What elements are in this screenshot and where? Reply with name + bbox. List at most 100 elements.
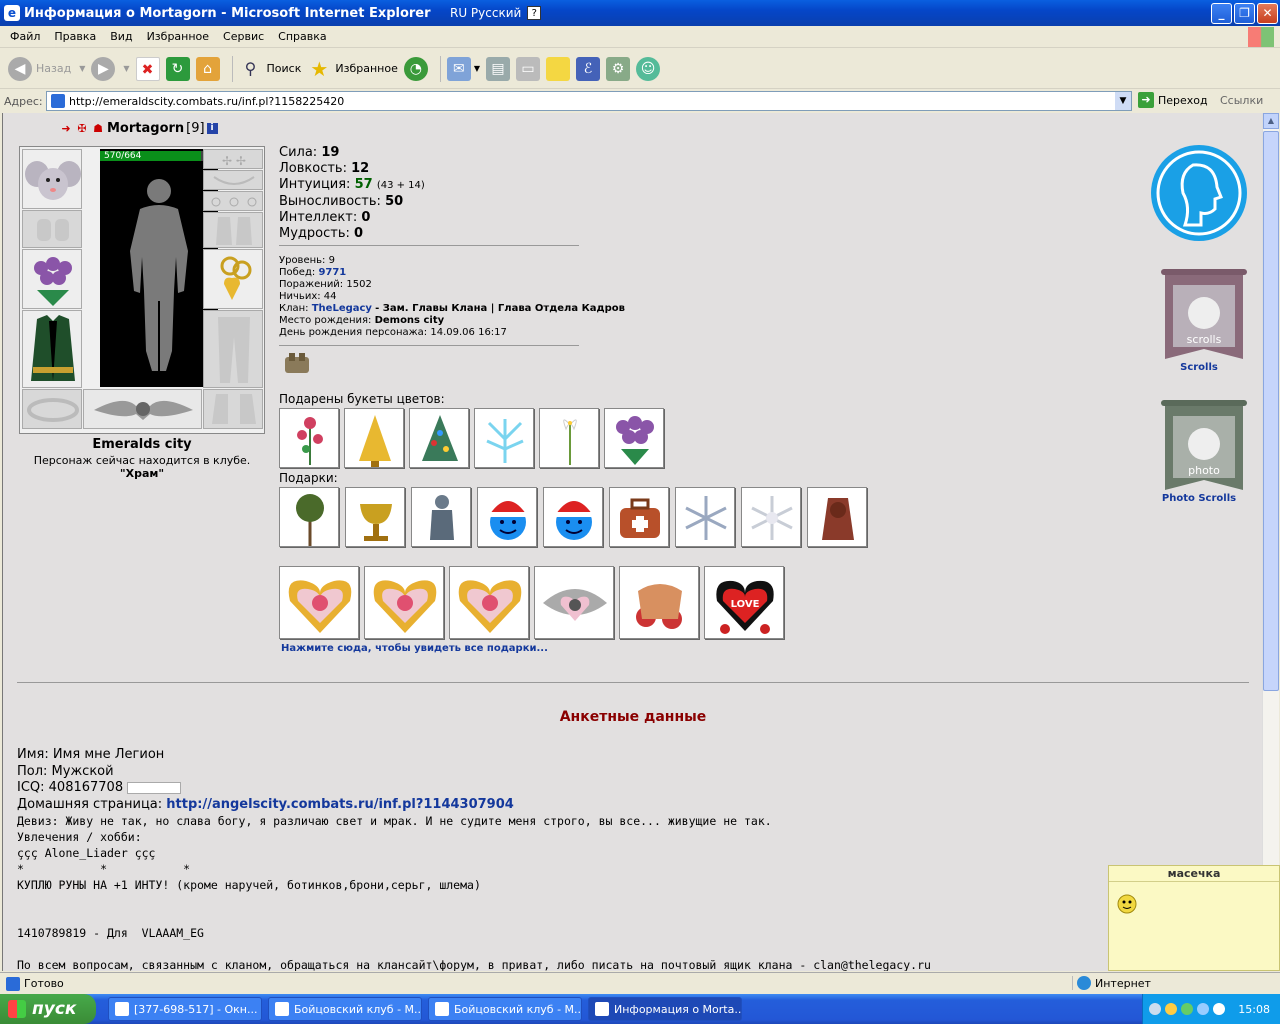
profile-sex: Пол: Мужской — [17, 763, 114, 779]
gift-item[interactable] — [364, 566, 444, 639]
volume-icon[interactable] — [1213, 1003, 1225, 1015]
search-button[interactable]: ⚲ Поиск — [239, 54, 302, 84]
gift-item[interactable] — [477, 487, 537, 547]
gift-item[interactable] — [344, 408, 404, 468]
research-button[interactable]: ℰ — [576, 54, 600, 84]
photo-scrolls-link[interactable]: Photo Scrolls — [1144, 493, 1254, 504]
tray-icon[interactable] — [1181, 1003, 1193, 1015]
belt-slot[interactable] — [22, 389, 82, 429]
clan-emblem-icon[interactable]: ✠ — [75, 122, 89, 135]
gift-item[interactable] — [449, 566, 529, 639]
links-button[interactable]: Ссылки — [1220, 94, 1263, 107]
messenger-button[interactable]: ☺ — [636, 54, 660, 84]
network-icon[interactable] — [1197, 1003, 1209, 1015]
rings-slot[interactable] — [203, 191, 263, 211]
menu-tools[interactable]: Сервис — [216, 30, 271, 43]
menu-view[interactable]: Вид — [103, 30, 139, 43]
heart-candy-gift-icon — [373, 580, 437, 633]
minimize-button[interactable]: _ — [1211, 3, 1232, 24]
weapon-slot[interactable] — [22, 249, 82, 309]
gift-item[interactable] — [675, 487, 735, 547]
gift-item[interactable] — [409, 408, 469, 468]
hobby-line: По всем вопросам, связанным с кланом, об… — [17, 958, 931, 971]
address-input[interactable]: http://emeraldscity.combats.ru/inf.pl?11… — [46, 91, 1132, 111]
tray-icon[interactable] — [1149, 1003, 1161, 1015]
help-icon[interactable]: ? — [527, 6, 542, 20]
gloves-slot[interactable] — [203, 212, 263, 248]
address-label: Адрес: — [4, 94, 43, 108]
print-button[interactable]: ▤ — [486, 54, 510, 84]
gift-item[interactable]: LOVE — [704, 566, 784, 639]
taskbar-item-active[interactable]: Информация о Morta... — [588, 997, 742, 1021]
earrings-slot[interactable]: ✢ ✢ — [203, 149, 263, 169]
menu-favorites[interactable]: Избранное — [140, 30, 216, 43]
menu-help[interactable]: Справка — [271, 30, 333, 43]
language-bar[interactable]: RU Русский ? — [450, 3, 542, 23]
gift-item[interactable] — [543, 487, 603, 547]
gift-item[interactable] — [345, 487, 405, 547]
gift-item[interactable] — [619, 566, 699, 639]
info-icon[interactable]: i — [206, 123, 218, 134]
wins-link[interactable]: 9771 — [318, 267, 346, 278]
back-button[interactable]: ◀ Назад ▼ — [8, 54, 85, 84]
amulet-slot[interactable] — [203, 170, 263, 190]
address-url[interactable]: http://emeraldscity.combats.ru/inf.pl?11… — [69, 95, 344, 108]
taskbar-item[interactable]: Бойцовский клуб - М... — [428, 997, 582, 1021]
demon-align-icon[interactable]: ☗ — [91, 122, 105, 135]
history-button[interactable]: ◔ — [403, 54, 428, 84]
mail-button[interactable]: ✉ ▼ — [446, 54, 480, 84]
close-button[interactable]: ✕ — [1257, 3, 1278, 24]
taskbar-item[interactable]: Бойцовский клуб - М... — [268, 997, 422, 1021]
gift-item[interactable] — [279, 566, 359, 639]
shield-slot[interactable] — [203, 249, 263, 309]
clan-link[interactable]: TheLegacy — [312, 303, 372, 314]
scroll-thumb[interactable] — [1263, 131, 1279, 691]
shield-icon[interactable] — [1165, 1003, 1177, 1015]
menu-edit[interactable]: Правка — [47, 30, 103, 43]
homepage-link[interactable]: http://angelscity.combats.ru/inf.pl?1144… — [166, 797, 514, 812]
gift-item[interactable] — [411, 487, 471, 547]
zodiac-emblem[interactable] — [1149, 143, 1249, 243]
start-button[interactable]: пуск — [0, 994, 96, 1024]
discuss-button[interactable] — [546, 54, 570, 84]
stop-button[interactable]: ✖ — [135, 54, 160, 84]
photo-scrolls-banner[interactable]: photo — [1159, 398, 1249, 498]
achievement-badge[interactable] — [281, 351, 313, 377]
gift-item[interactable] — [609, 487, 669, 547]
home-button[interactable]: ⌂ — [195, 54, 220, 84]
edit-button[interactable]: ▭ — [516, 54, 540, 84]
scroll-up-icon[interactable]: ▲ — [1263, 113, 1279, 129]
forward-button[interactable]: ▶ ▼ — [91, 54, 130, 84]
gift-item[interactable] — [539, 408, 599, 468]
go-button[interactable]: ➜ Переход — [1138, 92, 1208, 108]
refresh-button[interactable]: ↻ — [165, 54, 190, 84]
vertical-scrollbar[interactable]: ▲ ▼ — [1262, 113, 1279, 971]
address-dropdown-icon[interactable]: ▼ — [1115, 92, 1131, 110]
profile-title: Анкетные данные — [559, 709, 707, 725]
menu-file[interactable]: Файл — [0, 30, 47, 43]
gift-item[interactable] — [604, 408, 664, 468]
see-all-gifts-link[interactable]: Нажмите сюда, чтобы увидеть все подарки.… — [281, 643, 548, 654]
favorites-button[interactable]: ★ Избранное — [307, 54, 397, 84]
language-indicator[interactable]: RU Русский — [450, 6, 521, 20]
bracers-slot[interactable] — [22, 210, 82, 248]
gift-item[interactable] — [807, 487, 867, 547]
scrolls-banner[interactable]: scrolls — [1159, 267, 1249, 367]
chat-popup[interactable]: масечка — [1108, 865, 1280, 971]
gift-item[interactable] — [279, 487, 339, 547]
helmet-slot[interactable] — [22, 149, 82, 209]
armor-slot[interactable] — [22, 310, 82, 388]
tools-button[interactable]: ⚙ — [606, 54, 630, 84]
taskbar-item[interactable]: [377-698-517] - Окн... — [108, 997, 262, 1021]
gift-item[interactable] — [279, 408, 339, 468]
arrow-icon[interactable]: ➜ — [59, 122, 73, 135]
gift-item[interactable] — [534, 566, 614, 639]
gift-item[interactable] — [474, 408, 534, 468]
boots-slot[interactable] — [203, 389, 263, 429]
leggings-slot[interactable] — [203, 310, 263, 388]
maximize-button[interactable]: ❐ — [1234, 3, 1255, 24]
svg-text:LOVE: LOVE — [731, 599, 760, 610]
gift-item[interactable] — [741, 487, 801, 547]
scrolls-link[interactable]: Scrolls — [1144, 362, 1254, 373]
mail-icon: ✉ — [446, 56, 471, 81]
